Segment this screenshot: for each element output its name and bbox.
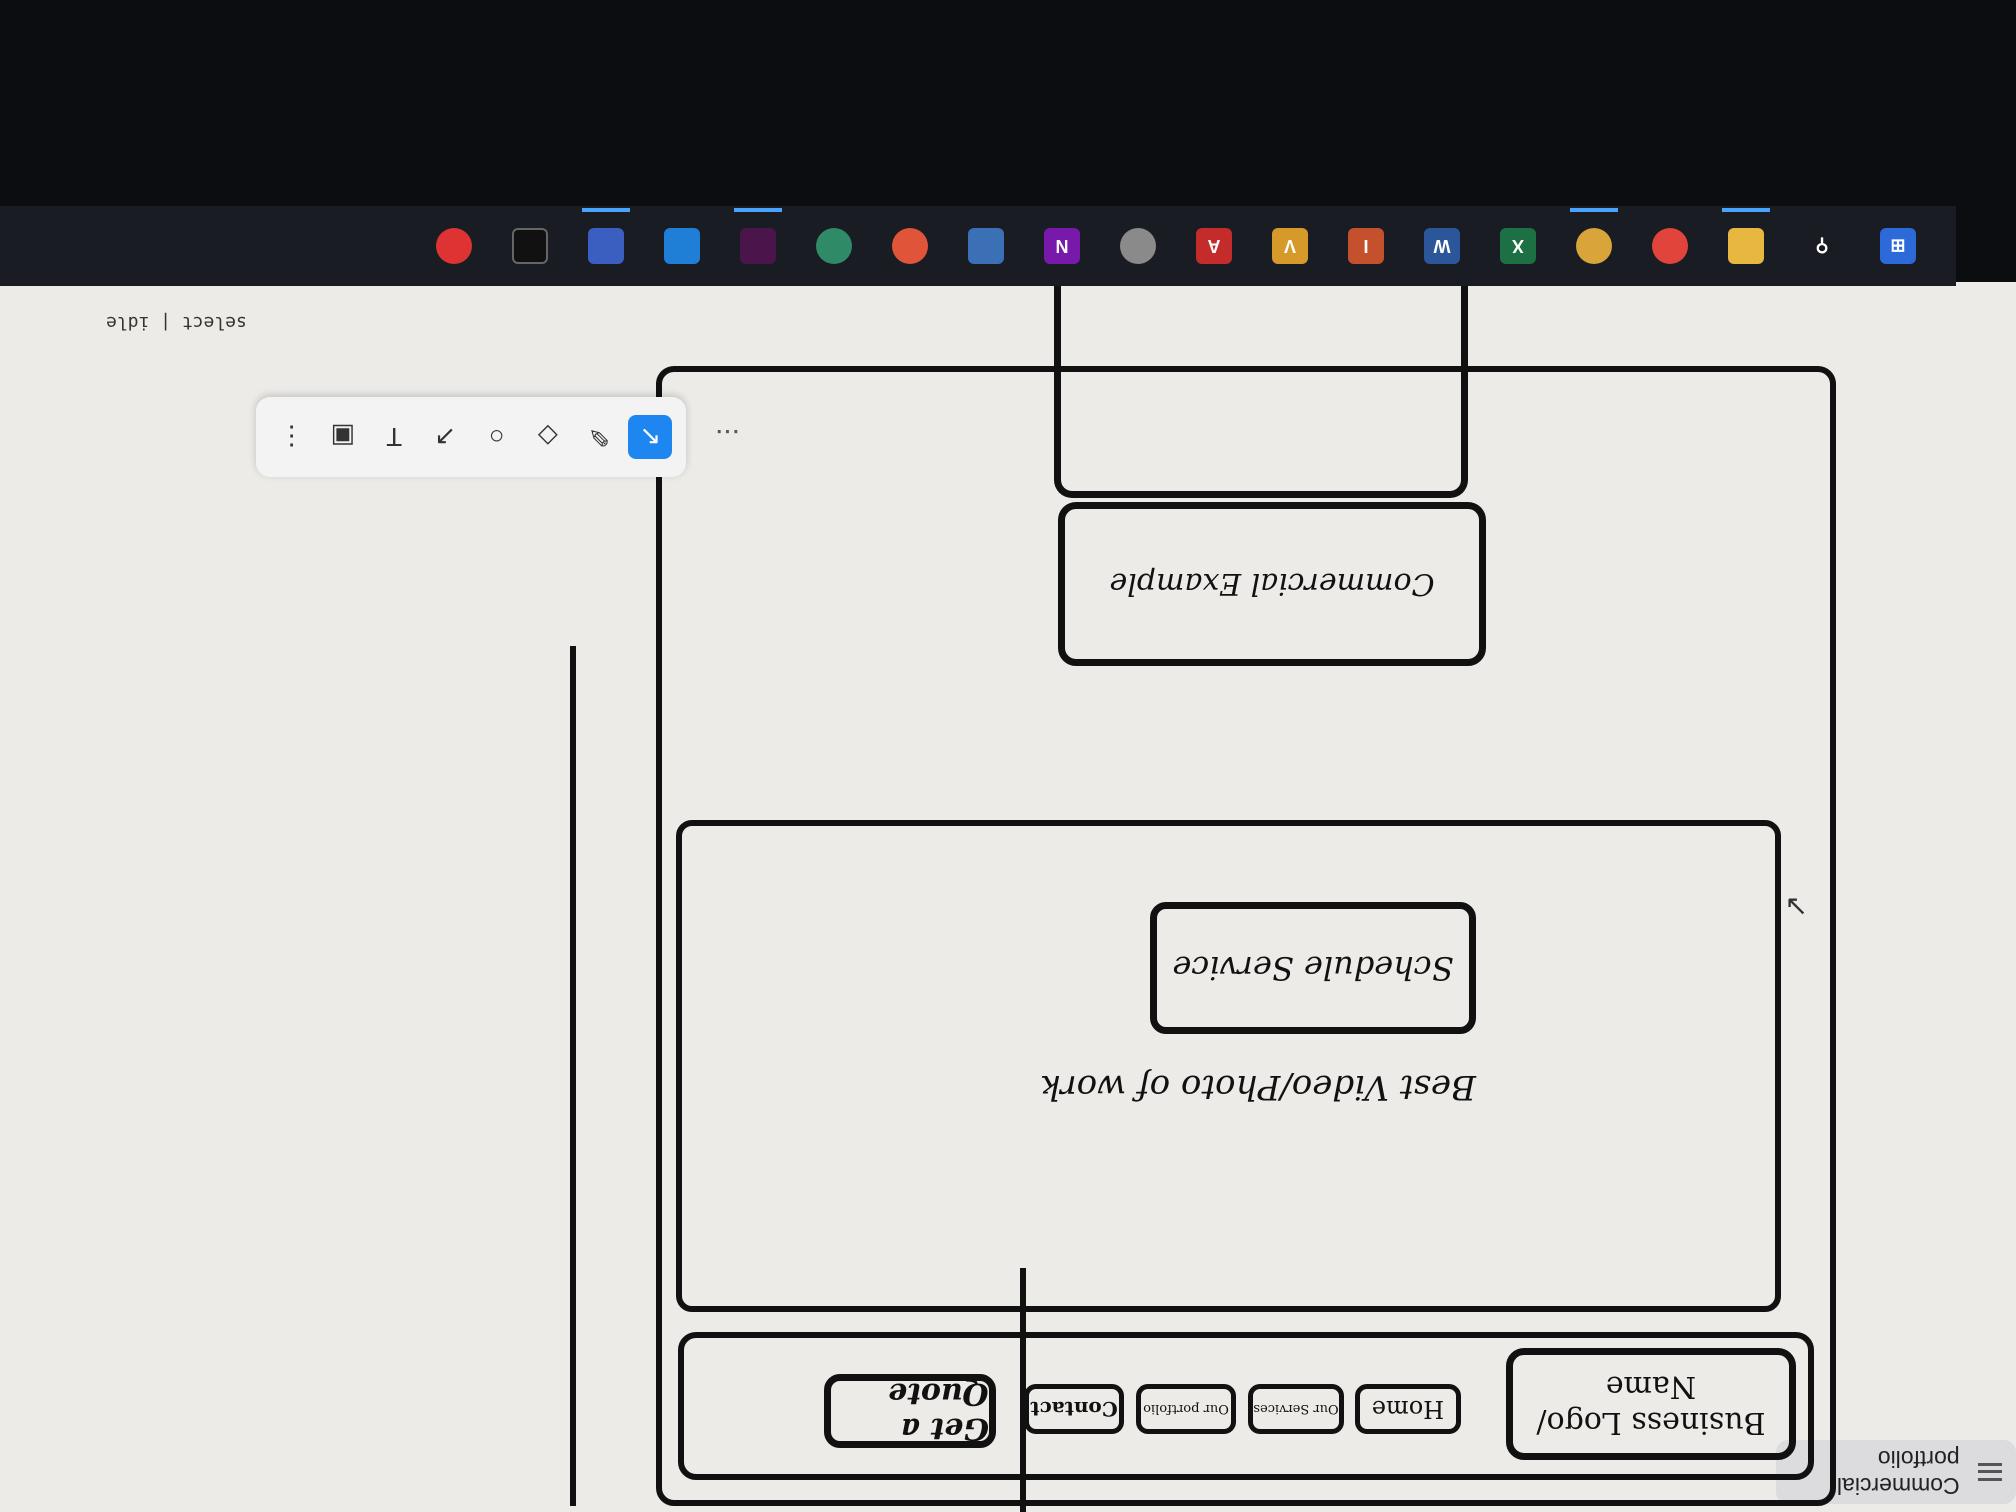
get-quote-label: Get a Quote bbox=[888, 1376, 989, 1446]
more-icon[interactable]: ⋮ bbox=[270, 415, 314, 459]
chrome-icon[interactable] bbox=[1652, 228, 1688, 264]
wireframe-bottom-box[interactable] bbox=[1054, 268, 1468, 498]
commercial-example-box[interactable]: Commercial Example bbox=[1058, 502, 1486, 666]
nav-portfolio-button[interactable]: Our portfolio bbox=[1136, 1384, 1236, 1434]
terminal-icon[interactable] bbox=[512, 228, 548, 264]
synology-icon[interactable] bbox=[892, 228, 928, 264]
eraser-icon[interactable]: ◇ bbox=[526, 415, 570, 459]
taskbar: ⊞ ⚲ X W I V A N bbox=[0, 206, 1956, 286]
powerpoint-icon[interactable]: I bbox=[1348, 228, 1384, 264]
schedule-service-button[interactable]: Schedule Service bbox=[1150, 902, 1476, 1034]
visio-icon[interactable]: V bbox=[1272, 228, 1308, 264]
window-icon[interactable] bbox=[968, 228, 1004, 264]
word-icon[interactable]: W bbox=[1424, 228, 1460, 264]
select-icon[interactable]: ↖ bbox=[628, 415, 673, 459]
search-icon[interactable]: ⚲ bbox=[1804, 228, 1840, 264]
acrobat-icon[interactable]: A bbox=[1196, 228, 1232, 264]
excel-icon[interactable]: X bbox=[1500, 228, 1536, 264]
hamburger-menu-icon[interactable] bbox=[1977, 1463, 2002, 1481]
screen: Commercial portfolio Business Logo/ Name… bbox=[0, 268, 2016, 1512]
onenote-icon[interactable]: N bbox=[1044, 228, 1080, 264]
slack-icon[interactable] bbox=[740, 228, 776, 264]
nav-home-label: Home bbox=[1371, 1395, 1445, 1423]
camera-icon[interactable] bbox=[436, 228, 472, 264]
get-quote-button[interactable]: Get a Quote bbox=[824, 1374, 996, 1448]
text-icon[interactable]: T bbox=[372, 415, 416, 459]
vscode-icon[interactable] bbox=[664, 228, 700, 264]
pencil-icon[interactable]: ✎ bbox=[577, 415, 621, 459]
onbase-icon[interactable] bbox=[816, 228, 852, 264]
bug-icon[interactable] bbox=[1120, 228, 1156, 264]
nav-contact-button[interactable]: Contact bbox=[1024, 1384, 1124, 1434]
schedule-service-label: Schedule Service bbox=[1172, 949, 1454, 987]
toolbar-more-icon[interactable]: ... bbox=[715, 422, 740, 456]
hero-title: Best Video/Photo of work bbox=[1039, 1067, 1476, 1107]
logo-label: Business Logo/ Name bbox=[1536, 1369, 1766, 1440]
chrome-canary-icon[interactable] bbox=[1576, 228, 1612, 264]
nav-services-button[interactable]: Our Services bbox=[1248, 1384, 1344, 1434]
wireframe-edge-line bbox=[570, 646, 576, 1506]
file-explorer-icon[interactable] bbox=[1728, 228, 1764, 264]
commercial-example-label: Commercial Example bbox=[1109, 566, 1435, 602]
wireframe-edge-line-2 bbox=[1020, 1268, 1026, 1512]
image-icon[interactable]: ▣ bbox=[321, 415, 365, 459]
windows-icon[interactable]: ⊞ bbox=[1880, 228, 1916, 264]
arrow-icon[interactable]: ↗ bbox=[423, 415, 467, 459]
nav-services-label: Our Services bbox=[1253, 1401, 1339, 1417]
wireframe-hero-box[interactable] bbox=[676, 820, 1781, 1312]
nav-home-button[interactable]: Home bbox=[1355, 1384, 1461, 1434]
teams-icon[interactable] bbox=[588, 228, 624, 264]
wireframe-logo-box[interactable]: Business Logo/ Name bbox=[1506, 1348, 1796, 1460]
nav-contact-label: Contact bbox=[1030, 1397, 1118, 1421]
circle-icon[interactable]: ○ bbox=[475, 415, 519, 459]
cursor-icon: ↖ bbox=[1784, 890, 1808, 921]
status-text: select | idle bbox=[106, 312, 247, 333]
drawing-toolbar: ↖ ✎ ◇ ○ ↗ T ▣ ⋮ bbox=[256, 397, 686, 477]
nav-portfolio-label: Our portfolio bbox=[1143, 1401, 1229, 1417]
